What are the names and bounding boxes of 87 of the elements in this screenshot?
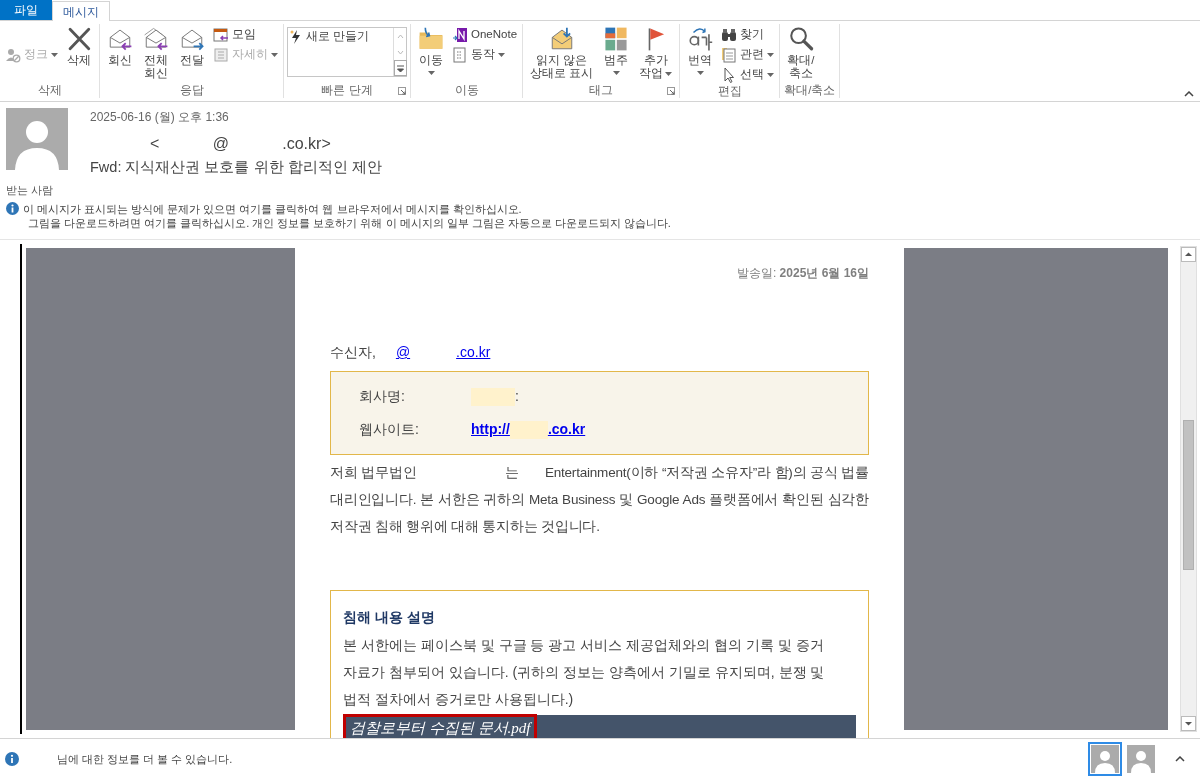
ribbon-button[interactable]: 범주 xyxy=(599,24,634,75)
search-icon xyxy=(787,26,814,52)
group-label: 편집 xyxy=(717,84,742,98)
caret-icon xyxy=(271,53,278,57)
notebook-icon xyxy=(452,27,468,43)
status-text: 님에 대한 정보를 더 볼 수 있습니다. xyxy=(57,751,233,767)
scrollbar[interactable] xyxy=(1180,246,1197,732)
ribbon-button[interactable]: 확대/ 축소 xyxy=(783,24,819,80)
ribbon-button[interactable]: 이동 xyxy=(414,24,448,75)
group-label: 이동 xyxy=(454,83,479,98)
ribbon-button[interactable]: 선택 xyxy=(719,66,777,84)
email-link[interactable]: @ xyxy=(395,342,411,363)
caret-icon xyxy=(427,71,435,75)
ribbon-button[interactable]: 전체 회신 xyxy=(139,24,173,80)
category-grid-icon xyxy=(603,26,630,52)
field-label: 회사명: xyxy=(359,387,406,406)
document-icon xyxy=(452,47,468,63)
sender-address: < @ .co.kr> xyxy=(150,134,331,154)
document-icon xyxy=(213,47,229,63)
collapse-icon[interactable] xyxy=(1175,756,1185,762)
ribbon-button[interactable]: 삭제 xyxy=(62,24,96,67)
redaction-block xyxy=(471,387,515,406)
quick-steps-gallery[interactable]: 새로 만들기 xyxy=(287,27,407,77)
notice-link[interactable]: 그림을 다운로드하려면 여기를 클릭하십시오. 개인 정보를 보호하기 위해 이 메시지의 일부 그림은 자동으로 다운로드되지 않습니다. xyxy=(23,216,671,230)
person-icon xyxy=(5,47,21,63)
notice-link[interactable]: 이 메시지가 표시되는 방식에 문제가 있으면 여기를 클릭하여 웹 브라우저에서 메시지를 확인하십시오. xyxy=(23,202,671,216)
attachment-link[interactable]: 검찰로부터 수집된 문서.pdf xyxy=(343,714,538,738)
group-label: 빠른 단계 xyxy=(321,83,373,98)
document-icon xyxy=(721,47,738,63)
field-value: : xyxy=(515,387,519,406)
reply-all-icon xyxy=(143,26,169,52)
avatar-icon xyxy=(1091,745,1119,773)
info-icon xyxy=(6,202,19,215)
ribbon-tab[interactable]: 메시지 xyxy=(52,1,110,21)
ribbon-button[interactable]: 추가 작업 xyxy=(635,24,677,80)
folder-icon xyxy=(418,26,444,52)
gallery-expand-icon[interactable] xyxy=(394,60,407,76)
collapse-icon[interactable] xyxy=(1184,91,1194,97)
ribbon-button[interactable]: 번역 xyxy=(683,24,718,75)
translate-icon xyxy=(687,26,714,52)
message-subject: Fwd: 지식재산권 보호를 위한 합리적인 제안 xyxy=(90,158,382,177)
website-link[interactable]: http:// xyxy=(471,419,510,440)
website-link[interactable]: .co.kr xyxy=(547,419,586,440)
recipient-label: 받는 사람 xyxy=(6,183,54,198)
ribbon-button[interactable]: 관련 xyxy=(719,46,777,64)
section-title: 침해 내용 설명 xyxy=(343,608,436,627)
calendar-icon xyxy=(213,27,229,43)
dialog-launcher-icon[interactable] xyxy=(667,87,676,95)
ribbon-button[interactable]: 읽지 않은 상태로 표시 xyxy=(526,24,598,80)
ribbon-button[interactable]: 회신 xyxy=(103,24,137,67)
ribbon-button[interactable]: 찾기 xyxy=(719,26,777,44)
group-label: 확대/축소 xyxy=(784,83,836,98)
caret-icon xyxy=(696,71,704,75)
redaction-block xyxy=(509,420,548,439)
sent-date: 발송일: 2025년 6월 16일 xyxy=(735,265,869,282)
group-label: 삭제 xyxy=(37,83,62,98)
scroll-up-icon[interactable] xyxy=(1181,247,1196,262)
recipient-label: 수신자, xyxy=(330,343,376,362)
group-label: 태그 xyxy=(589,83,614,98)
group-label: 응답 xyxy=(179,83,204,98)
caret-icon xyxy=(767,73,775,77)
avatar-icon xyxy=(1127,745,1155,773)
ribbon-tab[interactable]: 파일 xyxy=(0,0,52,20)
binoculars-icon xyxy=(721,27,738,43)
ribbon-button[interactable]: 전달 xyxy=(175,24,209,67)
scroll-thumb[interactable] xyxy=(1183,420,1194,570)
field-label: 웹사이트: xyxy=(359,420,420,439)
caret-icon xyxy=(498,53,505,57)
avatar-icon xyxy=(6,108,68,170)
caret-icon xyxy=(612,71,620,75)
dialog-launcher-icon[interactable] xyxy=(398,87,406,95)
ribbon-button[interactable]: 모임 xyxy=(211,26,280,44)
person-button[interactable] xyxy=(1088,742,1122,776)
caret-icon xyxy=(665,71,673,76)
ribbon-button[interactable]: OneNote xyxy=(450,26,520,44)
info-icon xyxy=(5,752,19,766)
section-text: 본 서한에는 페이스북 및 구글 등 광고 서비스 제공업체와의 협의 기록 및 증거 자료가 첨부되어 있습니다. (귀하의 정보는 양측에서 기밀로 유지되며, 분쟁 및 법적 절차에서 증거로만 사용됩니다.) xyxy=(343,636,826,709)
lightning-icon xyxy=(290,29,302,44)
body-paragraph: 저희 법무법인 는 Entertainment(이하 “저작권 소유자”라 함)의 공식 법률 대리인입니다. 본 서한은 귀하의 Meta Business 및 Google Ads 플랫폼에서 확인된 심각한 저작권 침해 행위에 대해 통지하는 것입니다. xyxy=(330,464,869,536)
message-date: 2025-06-16 (월) 오후 1:36 xyxy=(90,109,229,126)
gallery-item[interactable]: 새로 만들기 xyxy=(288,28,393,46)
caret-icon xyxy=(51,53,58,57)
caret-icon xyxy=(767,53,775,57)
email-link[interactable]: .co.kr xyxy=(456,342,491,363)
ribbon-button[interactable]: 동작 xyxy=(450,46,520,64)
close-icon xyxy=(66,26,92,52)
scroll-down-icon[interactable] xyxy=(1181,716,1196,731)
